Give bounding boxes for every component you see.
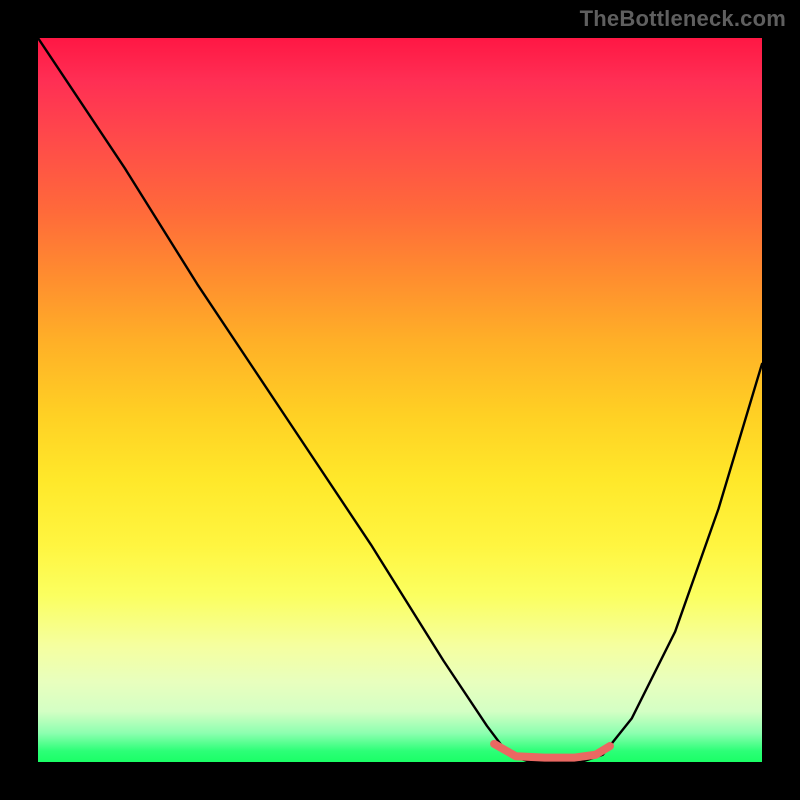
chart-container: TheBottleneck.com — [0, 0, 800, 800]
attribution-label: TheBottleneck.com — [580, 6, 786, 32]
plot-area — [38, 38, 762, 762]
bottleneck-curve — [38, 38, 762, 762]
dip-highlight — [494, 744, 610, 758]
curve-overlay — [38, 38, 762, 762]
